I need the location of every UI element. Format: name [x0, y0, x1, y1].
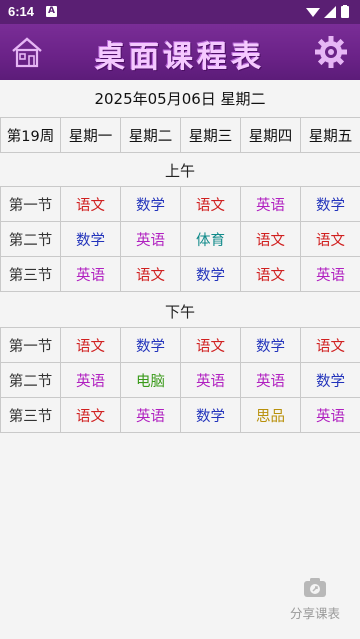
class-cell[interactable]: 数学	[180, 256, 241, 292]
table-row: 第一节 语文 数学 语文 数学 语文	[0, 327, 360, 363]
class-cell[interactable]: 英语	[60, 362, 121, 398]
class-cell[interactable]: 体育	[180, 221, 241, 257]
class-cell[interactable]: 数学	[240, 327, 301, 363]
status-bar: 6:14 A	[0, 0, 360, 24]
class-cell[interactable]: 语文	[300, 221, 360, 257]
week-number[interactable]: 第19周	[0, 117, 61, 153]
class-cell[interactable]: 英语	[240, 362, 301, 398]
class-cell[interactable]: 英语	[120, 397, 181, 433]
day-header-tue: 星期二	[120, 117, 181, 153]
class-cell[interactable]: 数学	[180, 397, 241, 433]
class-cell[interactable]: 语文	[180, 327, 241, 363]
morning-label: 上午	[164, 162, 195, 180]
class-cell[interactable]: 语文	[300, 327, 360, 363]
table-row: 第一节 语文 数学 语文 英语 数学	[0, 186, 360, 222]
class-cell[interactable]: 数学	[120, 327, 181, 363]
class-cell[interactable]: 英语	[120, 221, 181, 257]
class-cell[interactable]: 英语	[180, 362, 241, 398]
class-cell[interactable]: 语文	[60, 327, 121, 363]
period-label: 第三节	[0, 397, 61, 433]
day-header-wed: 星期三	[180, 117, 241, 153]
afternoon-schedule: 第一节 语文 数学 语文 数学 语文 第二节 英语 电脑 英语 英语 数学 第三…	[0, 327, 360, 433]
class-cell[interactable]: 语文	[240, 221, 301, 257]
signal-battery-icon	[306, 5, 349, 18]
notification-badge: A	[46, 6, 57, 17]
class-cell[interactable]: 语文	[240, 256, 301, 292]
afternoon-label: 下午	[164, 303, 195, 321]
class-cell[interactable]: 英语	[300, 397, 360, 433]
class-cell[interactable]: 数学	[120, 186, 181, 222]
class-cell[interactable]: 语文	[120, 256, 181, 292]
class-cell[interactable]: 英语	[300, 256, 360, 292]
class-cell[interactable]: 数学	[60, 221, 121, 257]
share-schedule-button[interactable]: 分享课表	[284, 576, 346, 622]
morning-schedule: 第一节 语文 数学 语文 英语 数学 第二节 数学 英语 体育 语文 语文 第三…	[0, 186, 360, 292]
share-label: 分享课表	[289, 606, 340, 621]
period-label: 第二节	[0, 362, 61, 398]
day-header-mon: 星期一	[60, 117, 121, 153]
class-cell[interactable]: 数学	[300, 186, 360, 222]
period-label: 第一节	[0, 186, 61, 222]
class-cell[interactable]: 语文	[60, 186, 121, 222]
week-header-row: 第19周 星期一 星期二 星期三 星期四 星期五	[0, 117, 360, 153]
class-cell[interactable]: 电脑	[120, 362, 181, 398]
class-cell[interactable]: 数学	[300, 362, 360, 398]
settings-gear-icon[interactable]	[314, 35, 348, 69]
class-cell[interactable]: 语文	[180, 186, 241, 222]
period-label: 第三节	[0, 256, 61, 292]
period-label: 第一节	[0, 327, 61, 363]
table-row: 第三节 英语 语文 数学 语文 英语	[0, 256, 360, 292]
status-time: 6:14	[8, 4, 35, 19]
period-label: 第二节	[0, 221, 61, 257]
app-header: 桌面课程表	[0, 24, 360, 80]
table-row: 第二节 英语 电脑 英语 英语 数学	[0, 362, 360, 398]
class-cell[interactable]: 英语	[60, 256, 121, 292]
day-header-thu: 星期四	[240, 117, 301, 153]
day-header-fri: 星期五	[300, 117, 360, 153]
class-cell[interactable]: 思品	[240, 397, 301, 433]
app-title: 桌面课程表	[95, 40, 265, 75]
table-row: 第二节 数学 英语 体育 语文 语文	[0, 221, 360, 257]
class-cell[interactable]: 语文	[60, 397, 121, 433]
camera-share-icon	[304, 578, 326, 597]
table-row: 第三节 语文 英语 数学 思品 英语	[0, 397, 360, 433]
current-date: 2025年05月06日 星期二	[94, 90, 266, 108]
class-cell[interactable]: 英语	[240, 186, 301, 222]
